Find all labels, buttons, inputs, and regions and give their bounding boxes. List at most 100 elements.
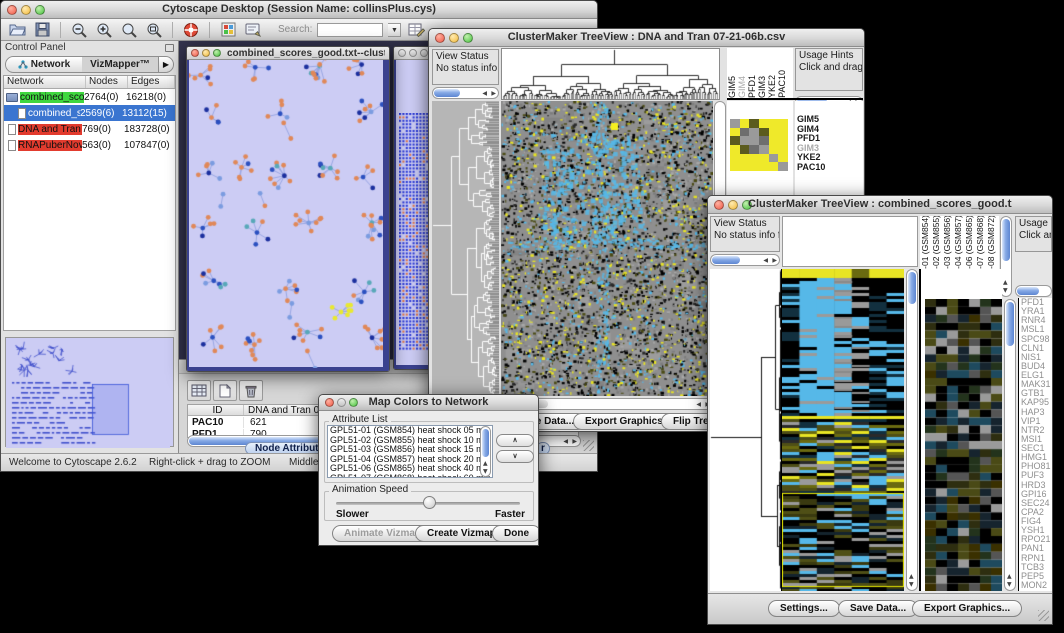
minimize-icon[interactable]	[449, 33, 459, 43]
close-icon[interactable]	[398, 49, 406, 57]
network-view-canvas[interactable]	[187, 60, 389, 371]
network-table-row[interactable]: DNA and Tran 07 769(0) 183728(0)	[4, 121, 175, 137]
matrix-cell[interactable]	[759, 162, 769, 171]
row-dendrogram[interactable]	[710, 269, 782, 591]
network-table-row[interactable]: RNAPuberNov2+1 563(0) 107847(0)	[4, 137, 175, 153]
view-status-hscrollbar[interactable]: ◀▶	[432, 87, 499, 99]
network-table-header[interactable]: Network Nodes Edges	[4, 76, 175, 89]
zoom-selected-icon[interactable]	[119, 21, 139, 39]
zoom-vscrollbar[interactable]: ▲▼	[1004, 299, 1016, 591]
matrix-cell[interactable]	[740, 162, 750, 171]
export-graphics-button[interactable]: Export Graphics...	[912, 600, 1022, 617]
matrix-cell[interactable]	[730, 128, 740, 137]
matrix-cell[interactable]	[730, 162, 740, 171]
window-titlebar[interactable]: ClusterMaker TreeView : DNA and Tran 07-…	[429, 29, 864, 47]
open-file-icon[interactable]	[7, 21, 27, 39]
matrix-cell[interactable]	[740, 119, 750, 128]
matrix-cell[interactable]	[730, 154, 740, 163]
window-titlebar[interactable]: Cytoscape Desktop (Session Name: collins…	[1, 1, 597, 19]
window-titlebar[interactable]: ClusterMaker TreeView : combined_scores_…	[708, 196, 1052, 214]
matrix-cell[interactable]	[759, 136, 769, 145]
matrix-cell[interactable]	[769, 136, 779, 145]
window-resize-grip[interactable]	[583, 440, 594, 451]
gene-label[interactable]: MON2	[1019, 581, 1053, 590]
vizmapper-icon[interactable]	[218, 21, 238, 39]
column-label[interactable]: GIM3	[757, 76, 767, 98]
matrix-cell[interactable]	[730, 119, 740, 128]
save-session-icon[interactable]	[32, 21, 52, 39]
zoom-fit-icon[interactable]	[144, 21, 164, 39]
matrix-cell[interactable]	[730, 145, 740, 154]
window-titlebar[interactable]: Map Colors to Network	[319, 395, 538, 411]
matrix-cell[interactable]	[749, 128, 759, 137]
close-icon[interactable]	[191, 49, 199, 57]
view-status-hscrollbar[interactable]: ◀▶	[710, 254, 780, 266]
slider-thumb[interactable]	[423, 496, 436, 509]
matrix-cell[interactable]	[778, 119, 788, 128]
heatmap-vscrollbar[interactable]: ▲▼	[906, 269, 918, 591]
close-icon[interactable]	[714, 200, 724, 210]
save-data-button[interactable]: Save Data...	[838, 600, 918, 617]
help-lifering-icon[interactable]	[181, 21, 201, 39]
column-label[interactable]: YKE2	[767, 75, 777, 98]
matrix-cell[interactable]	[769, 128, 779, 137]
attribute-list[interactable]: GPL51-01 (GSM854) heat shock 05 minGPL51…	[327, 425, 493, 478]
zoom-window-icon[interactable]	[213, 49, 221, 57]
zoom-out-icon[interactable]	[69, 21, 89, 39]
minimize-icon[interactable]	[728, 200, 738, 210]
window-titlebar[interactable]: combined_scores_good.txt--cluste...	[187, 47, 389, 60]
matrix-cell[interactable]	[749, 162, 759, 171]
attribute-list-vscrollbar[interactable]: ▲▼	[480, 426, 491, 477]
column-label[interactable]: PFD1	[747, 75, 757, 98]
minimize-icon[interactable]	[409, 49, 417, 57]
matrix-cell[interactable]	[740, 128, 750, 137]
matrix-cell[interactable]	[759, 145, 769, 154]
zoom-in-icon[interactable]	[94, 21, 114, 39]
usage-hints-hscrollbar[interactable]	[1015, 285, 1052, 297]
annotation-icon[interactable]	[243, 21, 263, 39]
tab-vizmapper[interactable]: VizMapper™	[82, 57, 158, 72]
network-table-row[interactable]: combined_sco 2569(6) 13112(15)	[4, 105, 175, 121]
matrix-cell[interactable]	[769, 162, 779, 171]
attribute-select-icon[interactable]	[187, 380, 211, 401]
matrix-cell[interactable]	[730, 136, 740, 145]
matrix-cell[interactable]	[749, 145, 759, 154]
matrix-cell[interactable]	[740, 154, 750, 163]
search-input[interactable]	[317, 23, 383, 37]
attribute-item[interactable]: GPL51-07 (GSM868) heat shock 60 min	[328, 474, 492, 479]
close-icon[interactable]	[325, 398, 334, 407]
window-resize-grip[interactable]	[1038, 610, 1049, 621]
correlation-matrix[interactable]	[730, 119, 788, 171]
zoom-window-icon[interactable]	[349, 398, 358, 407]
matrix-row-label[interactable]: PAC10	[795, 163, 863, 173]
matrix-cell[interactable]	[749, 119, 759, 128]
float-panel-icon[interactable]	[165, 44, 174, 52]
close-icon[interactable]	[7, 5, 17, 15]
settings-button[interactable]: Settings...	[768, 600, 840, 617]
column-label[interactable]: GIM4	[737, 76, 747, 98]
column-label[interactable]: PAC10	[777, 70, 787, 98]
zoom-window-icon[interactable]	[420, 49, 428, 57]
attribute-editor-icon[interactable]	[406, 21, 426, 39]
search-dropdown-icon[interactable]: ▼	[388, 23, 401, 37]
new-attribute-icon[interactable]	[213, 380, 237, 401]
heatmap-canvas[interactable]	[782, 269, 904, 591]
delete-attribute-trash-icon[interactable]	[239, 380, 263, 401]
matrix-cell[interactable]	[759, 119, 769, 128]
matrix-cell[interactable]	[749, 154, 759, 163]
tab-network[interactable]: Network	[6, 57, 82, 72]
done-button[interactable]: Done	[492, 525, 539, 542]
column-label[interactable]: GIM5	[727, 76, 737, 98]
move-up-button[interactable]: ∧	[496, 434, 534, 447]
matrix-cell[interactable]	[740, 145, 750, 154]
network-table-row[interactable]: combined_scores 2764(0) 16218(0)	[4, 89, 175, 105]
matrix-cell[interactable]	[769, 119, 779, 128]
close-icon[interactable]	[435, 33, 445, 43]
matrix-cell[interactable]	[769, 145, 779, 154]
minimize-icon[interactable]	[202, 49, 210, 57]
matrix-cell[interactable]	[778, 128, 788, 137]
matrix-cell[interactable]	[749, 136, 759, 145]
matrix-cell[interactable]	[769, 154, 779, 163]
zoom-heatmap-canvas[interactable]	[925, 299, 1002, 591]
matrix-cell[interactable]	[759, 128, 769, 137]
